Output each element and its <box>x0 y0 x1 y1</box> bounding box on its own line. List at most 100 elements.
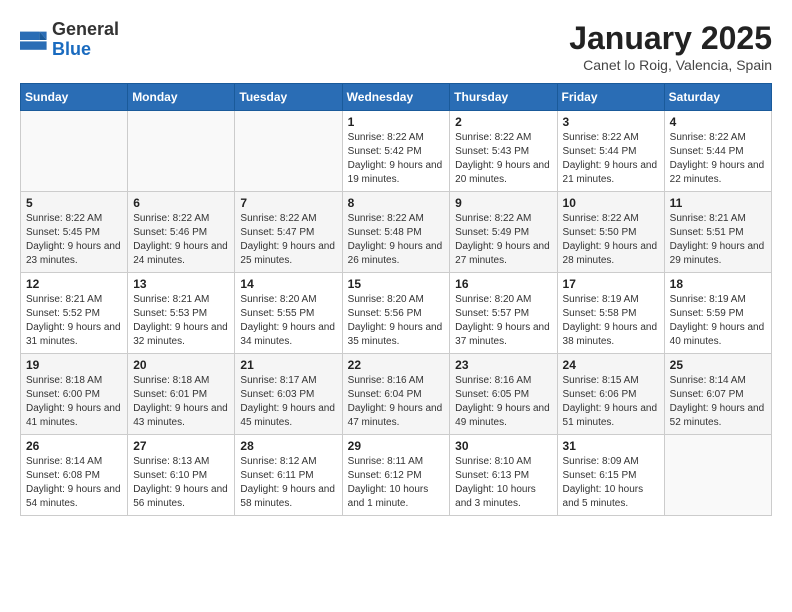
day-number: 9 <box>455 196 551 210</box>
day-number: 20 <box>133 358 229 372</box>
day-info: Sunrise: 8:10 AM Sunset: 6:13 PM Dayligh… <box>455 455 551 511</box>
week-row-5: 26 Sunrise: 8:14 AM Sunset: 6:08 PM Dayli… <box>21 435 772 516</box>
day-info: Sunrise: 8:19 AM Sunset: 5:59 PM Dayligh… <box>670 293 766 349</box>
calendar-title: January 2025 <box>569 20 772 57</box>
day-number: 2 <box>455 115 551 129</box>
day-number: 29 <box>348 439 445 453</box>
day-info: Sunrise: 8:14 AM Sunset: 6:08 PM Dayligh… <box>26 455 122 511</box>
day-number: 24 <box>563 358 659 372</box>
day-info: Sunrise: 8:11 AM Sunset: 6:12 PM Dayligh… <box>348 455 445 511</box>
day-number: 27 <box>133 439 229 453</box>
day-number: 31 <box>563 439 659 453</box>
weekday-header-row: SundayMondayTuesdayWednesdayThursdayFrid… <box>21 84 772 111</box>
day-info: Sunrise: 8:19 AM Sunset: 5:58 PM Dayligh… <box>563 293 659 349</box>
day-info: Sunrise: 8:22 AM Sunset: 5:47 PM Dayligh… <box>240 212 336 268</box>
day-info: Sunrise: 8:18 AM Sunset: 6:00 PM Dayligh… <box>26 374 122 430</box>
calendar-cell <box>21 111 128 192</box>
day-info: Sunrise: 8:22 AM Sunset: 5:44 PM Dayligh… <box>563 131 659 187</box>
calendar-cell: 5Sunrise: 8:22 AM Sunset: 5:45 PM Daylig… <box>21 192 128 273</box>
weekday-header-tuesday: Tuesday <box>235 84 342 111</box>
calendar-cell: 8Sunrise: 8:22 AM Sunset: 5:48 PM Daylig… <box>342 192 450 273</box>
calendar-cell: 20 Sunrise: 8:18 AM Sunset: 6:01 PM Dayli… <box>128 354 235 435</box>
calendar-subtitle: Canet lo Roig, Valencia, Spain <box>569 57 772 73</box>
day-info: Sunrise: 8:22 AM Sunset: 5:42 PM Dayligh… <box>348 131 445 187</box>
calendar-cell: 28Sunrise: 8:12 AM Sunset: 6:11 PM Dayli… <box>235 435 342 516</box>
day-info: Sunrise: 8:21 AM Sunset: 5:52 PM Dayligh… <box>26 293 122 349</box>
day-number: 3 <box>563 115 659 129</box>
day-info: Sunrise: 8:16 AM Sunset: 6:05 PM Dayligh… <box>455 374 551 430</box>
week-row-3: 12Sunrise: 8:21 AM Sunset: 5:52 PM Dayli… <box>21 273 772 354</box>
day-info: Sunrise: 8:22 AM Sunset: 5:45 PM Dayligh… <box>26 212 122 268</box>
calendar-cell: 1 Sunrise: 8:22 AM Sunset: 5:42 PM Daylig… <box>342 111 450 192</box>
calendar-cell: 16 Sunrise: 8:20 AM Sunset: 5:57 PM Dayli… <box>450 273 557 354</box>
day-info: Sunrise: 8:15 AM Sunset: 6:06 PM Dayligh… <box>563 374 659 430</box>
weekday-header-sunday: Sunday <box>21 84 128 111</box>
day-number: 8 <box>348 196 445 210</box>
day-info: Sunrise: 8:20 AM Sunset: 5:57 PM Dayligh… <box>455 293 551 349</box>
calendar-cell: 24 Sunrise: 8:15 AM Sunset: 6:06 PM Dayli… <box>557 354 664 435</box>
calendar-cell: 2 Sunrise: 8:22 AM Sunset: 5:43 PM Daylig… <box>450 111 557 192</box>
calendar-cell: 21 Sunrise: 8:17 AM Sunset: 6:03 PM Dayli… <box>235 354 342 435</box>
day-info: Sunrise: 8:09 AM Sunset: 6:15 PM Dayligh… <box>563 455 659 511</box>
calendar-cell: 31 Sunrise: 8:09 AM Sunset: 6:15 PM Dayli… <box>557 435 664 516</box>
day-number: 26 <box>26 439 122 453</box>
day-info: Sunrise: 8:13 AM Sunset: 6:10 PM Dayligh… <box>133 455 229 511</box>
day-info: Sunrise: 8:16 AM Sunset: 6:04 PM Dayligh… <box>348 374 445 430</box>
calendar-cell: 3 Sunrise: 8:22 AM Sunset: 5:44 PM Daylig… <box>557 111 664 192</box>
logo-blue-text: Blue <box>52 39 91 59</box>
calendar-cell <box>128 111 235 192</box>
calendar-cell: 27 Sunrise: 8:13 AM Sunset: 6:10 PM Dayli… <box>128 435 235 516</box>
day-number: 1 <box>348 115 445 129</box>
calendar-cell: 12Sunrise: 8:21 AM Sunset: 5:52 PM Dayli… <box>21 273 128 354</box>
calendar-cell <box>664 435 771 516</box>
calendar-cell <box>235 111 342 192</box>
title-block: January 2025 Canet lo Roig, Valencia, Sp… <box>569 20 772 73</box>
day-number: 11 <box>670 196 766 210</box>
calendar-cell: 7Sunrise: 8:22 AM Sunset: 5:47 PM Daylig… <box>235 192 342 273</box>
day-number: 15 <box>348 277 445 291</box>
day-info: Sunrise: 8:20 AM Sunset: 5:55 PM Dayligh… <box>240 293 336 349</box>
day-number: 17 <box>563 277 659 291</box>
day-info: Sunrise: 8:20 AM Sunset: 5:56 PM Dayligh… <box>348 293 445 349</box>
day-number: 18 <box>670 277 766 291</box>
weekday-header-thursday: Thursday <box>450 84 557 111</box>
day-info: Sunrise: 8:22 AM Sunset: 5:44 PM Dayligh… <box>670 131 766 187</box>
day-info: Sunrise: 8:22 AM Sunset: 5:49 PM Dayligh… <box>455 212 551 268</box>
day-number: 14 <box>240 277 336 291</box>
week-row-2: 5Sunrise: 8:22 AM Sunset: 5:45 PM Daylig… <box>21 192 772 273</box>
page-header: General Blue January 2025 Canet lo Roig,… <box>20 20 772 73</box>
calendar-cell: 25Sunrise: 8:14 AM Sunset: 6:07 PM Dayli… <box>664 354 771 435</box>
day-number: 21 <box>240 358 336 372</box>
logo: General Blue <box>20 20 119 60</box>
weekday-header-monday: Monday <box>128 84 235 111</box>
day-number: 4 <box>670 115 766 129</box>
logo-general-text: General <box>52 19 119 39</box>
day-number: 6 <box>133 196 229 210</box>
day-info: Sunrise: 8:22 AM Sunset: 5:46 PM Dayligh… <box>133 212 229 268</box>
day-number: 30 <box>455 439 551 453</box>
day-info: Sunrise: 8:17 AM Sunset: 6:03 PM Dayligh… <box>240 374 336 430</box>
day-number: 10 <box>563 196 659 210</box>
calendar-cell: 29 Sunrise: 8:11 AM Sunset: 6:12 PM Dayli… <box>342 435 450 516</box>
day-number: 23 <box>455 358 551 372</box>
day-info: Sunrise: 8:21 AM Sunset: 5:53 PM Dayligh… <box>133 293 229 349</box>
day-info: Sunrise: 8:22 AM Sunset: 5:43 PM Dayligh… <box>455 131 551 187</box>
calendar-cell: 13Sunrise: 8:21 AM Sunset: 5:53 PM Dayli… <box>128 273 235 354</box>
day-info: Sunrise: 8:22 AM Sunset: 5:50 PM Dayligh… <box>563 212 659 268</box>
calendar-cell: 19Sunrise: 8:18 AM Sunset: 6:00 PM Dayli… <box>21 354 128 435</box>
calendar-cell: 6 Sunrise: 8:22 AM Sunset: 5:46 PM Daylig… <box>128 192 235 273</box>
day-number: 28 <box>240 439 336 453</box>
weekday-header-wednesday: Wednesday <box>342 84 450 111</box>
day-info: Sunrise: 8:18 AM Sunset: 6:01 PM Dayligh… <box>133 374 229 430</box>
day-number: 22 <box>348 358 445 372</box>
week-row-1: 1 Sunrise: 8:22 AM Sunset: 5:42 PM Daylig… <box>21 111 772 192</box>
day-info: Sunrise: 8:21 AM Sunset: 5:51 PM Dayligh… <box>670 212 766 268</box>
calendar-cell: 11 Sunrise: 8:21 AM Sunset: 5:51 PM Dayli… <box>664 192 771 273</box>
calendar-cell: 15 Sunrise: 8:20 AM Sunset: 5:56 PM Dayli… <box>342 273 450 354</box>
logo-icon <box>20 26 48 54</box>
week-row-4: 19Sunrise: 8:18 AM Sunset: 6:00 PM Dayli… <box>21 354 772 435</box>
day-number: 16 <box>455 277 551 291</box>
day-number: 25 <box>670 358 766 372</box>
calendar-cell: 14 Sunrise: 8:20 AM Sunset: 5:55 PM Dayli… <box>235 273 342 354</box>
calendar-cell: 30 Sunrise: 8:10 AM Sunset: 6:13 PM Dayli… <box>450 435 557 516</box>
